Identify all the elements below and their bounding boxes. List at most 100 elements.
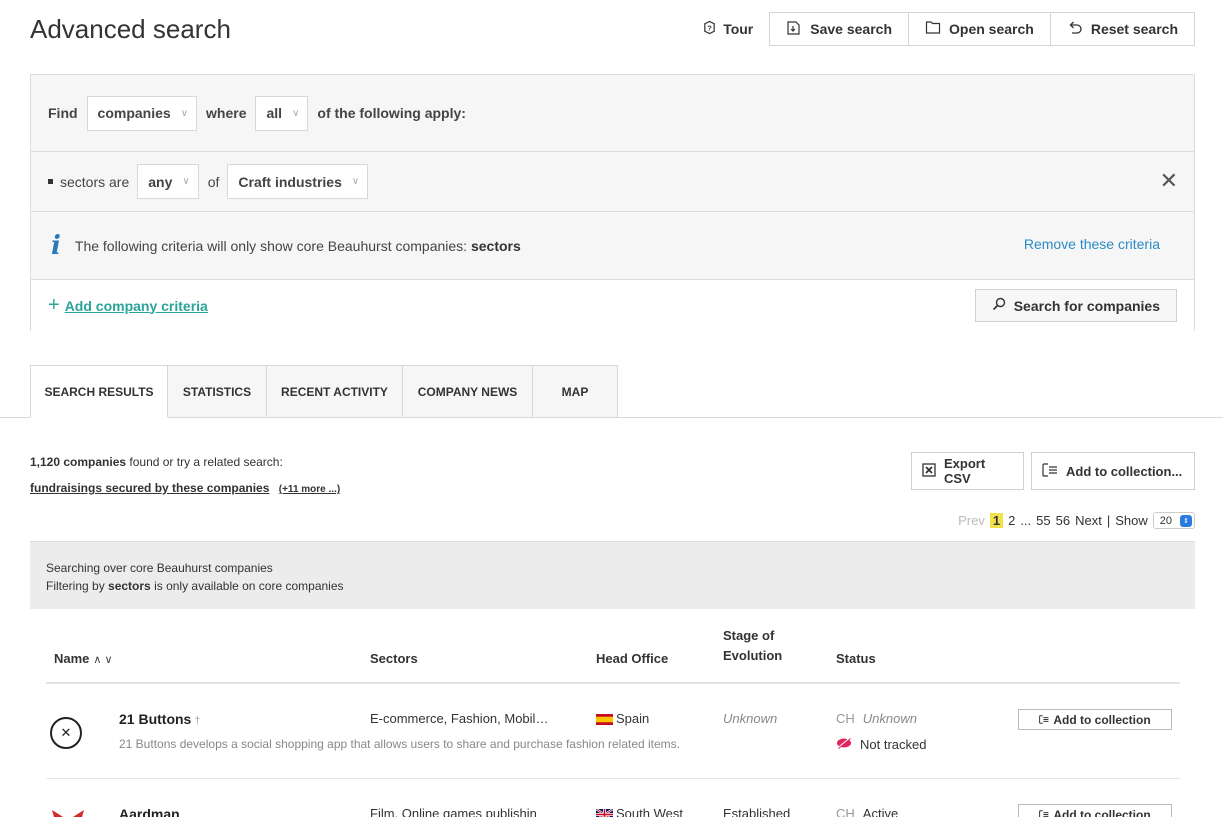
criteria-panel: Find companies ∨ where all ∨ of the foll… [30, 74, 1195, 331]
bullet-icon [48, 179, 53, 184]
stepper-icon: ⇕ [1180, 514, 1192, 527]
spreadsheet-icon [922, 462, 936, 480]
head-office-text: Spain [616, 711, 650, 726]
company-marker: † [194, 715, 201, 727]
pager-current[interactable]: 1 [989, 513, 1004, 528]
column-sectors: Sectors [370, 651, 418, 666]
show-label: Show [1115, 513, 1148, 528]
rule-field-label: sectors are [60, 173, 130, 190]
remove-criteria-link[interactable]: Remove these criteria [1024, 236, 1160, 252]
info-icon: i [51, 230, 61, 261]
status-value: Unknown [862, 711, 917, 726]
company-status: CH Active [836, 806, 898, 817]
core-companies-notice: Searching over core Beauhurst companies … [30, 541, 1195, 609]
sector-select[interactable]: Craft industries ∨ [227, 164, 369, 199]
folder-icon [925, 20, 941, 38]
collection-icon [1039, 713, 1049, 727]
results-tabs: SEARCH RESULTS STATISTICS RECENT ACTIVIT… [30, 365, 618, 418]
close-icon[interactable]: ✕ [1160, 170, 1178, 192]
tab-statistics[interactable]: STATISTICS [168, 365, 267, 418]
collection-icon [1042, 462, 1058, 480]
column-name-label: Name [54, 651, 90, 666]
tab-search-results[interactable]: SEARCH RESULTS [30, 365, 168, 418]
export-csv-button[interactable]: Export CSV [911, 452, 1024, 490]
notice-line-2-bold: sectors [108, 579, 151, 593]
company-head-office: South West [595, 806, 683, 817]
tracking-text: Not tracked [860, 736, 927, 752]
column-stage-line-1: Stage of [723, 628, 775, 643]
reset-search-button[interactable]: Reset search [1050, 12, 1195, 46]
collection-icon [1039, 808, 1049, 817]
tracking-status: Not tracked [836, 736, 926, 752]
row-add-to-collection-button[interactable]: Add to collection [1018, 804, 1172, 817]
add-company-criteria-link[interactable]: + Add company criteria [48, 294, 208, 317]
tour-label: Tour [723, 21, 754, 37]
pager-next[interactable]: Next [1075, 513, 1102, 528]
pager-prev[interactable]: Prev [958, 513, 985, 528]
results-table-header: Name ∧ ∨ Sectors Head Office Stage of Evol… [46, 620, 1180, 684]
save-search-button[interactable]: Save search [769, 12, 909, 46]
sort-icon[interactable]: ∧ ∨ [93, 654, 112, 666]
tab-company-news[interactable]: COMPANY NEWS [403, 365, 533, 418]
status-value: Active [862, 806, 899, 817]
reset-search-label: Reset search [1090, 21, 1178, 37]
find-label: Find [48, 105, 78, 121]
row-add-to-collection-label: Add to collection [1053, 807, 1151, 817]
pager-page-56[interactable]: 56 [1056, 513, 1070, 528]
table-row: Aardman Film, Online games publishin Sou… [46, 780, 1180, 817]
related-search-link[interactable]: fundraisings secured by these companies [30, 481, 269, 495]
chevron-down-icon: ∨ [182, 176, 190, 187]
info-row: i The following criteria will only show … [31, 212, 1194, 280]
rule-of-label: of [207, 173, 220, 190]
open-search-button[interactable]: Open search [909, 12, 1051, 46]
entity-select-value: companies [97, 105, 171, 121]
info-text-prefix: The following criteria will only show co… [74, 237, 471, 254]
apply-label: of the following apply: [317, 105, 466, 121]
company-sectors: Film, Online games publishin [370, 806, 537, 817]
pager-page-2[interactable]: 2 [1008, 513, 1015, 528]
page-size-select[interactable]: 20 ⇕ [1152, 512, 1195, 529]
pager-page-55[interactable]: 55 [1036, 513, 1050, 528]
save-icon [786, 20, 802, 39]
add-criteria-row: + Add company criteria Search for compan… [31, 280, 1194, 331]
chevron-down-icon: ∨ [351, 176, 360, 187]
row-add-to-collection-button[interactable]: Add to collection [1018, 709, 1172, 730]
pagination: Prev 1 2 ... 55 56 Next | Show 20 ⇕ [958, 512, 1195, 529]
save-search-label: Save search [810, 21, 892, 37]
status-code: CH [836, 806, 855, 817]
results-summary: 1,120 companies found or try a related s… [30, 455, 283, 469]
export-csv-label: Export CSV [944, 456, 986, 486]
tab-recent-activity[interactable]: RECENT ACTIVITY [267, 365, 403, 418]
tour-button[interactable]: ? Tour [686, 12, 769, 46]
svg-text:?: ? [707, 23, 712, 32]
company-name[interactable]: Aardman [119, 806, 180, 817]
company-stage: Established [723, 806, 791, 817]
match-select-value: all [266, 105, 283, 121]
column-head-office: Head Office [596, 651, 669, 666]
tab-map[interactable]: MAP [533, 365, 618, 418]
notice-line-2: Filtering by sectors is only available o… [46, 577, 1179, 595]
column-name[interactable]: Name ∧ ∨ [54, 651, 113, 666]
column-stage-line-2: Evolution [723, 648, 783, 663]
status-code: CH [836, 711, 855, 726]
chevron-down-icon: ∨ [292, 107, 300, 119]
find-row: Find companies ∨ where all ∨ of the foll… [31, 75, 1194, 152]
add-to-collection-label: Add to collection... [1066, 463, 1183, 479]
more-related-link[interactable]: (+11 more ...) [279, 484, 340, 495]
criteria-rule-row: sectors are any ∨ of Craft industries ∨ … [31, 152, 1194, 212]
company-name-text: 21 Buttons [119, 711, 192, 727]
entity-select[interactable]: companies ∨ [86, 95, 198, 131]
column-stage: Stage of Evolution [723, 626, 782, 666]
notice-line-2-suffix: is only available on core companies [150, 579, 344, 593]
company-name[interactable]: 21 Buttons † [119, 711, 200, 727]
add-to-collection-button[interactable]: Add to collection... [1031, 452, 1195, 490]
search-for-companies-button[interactable]: Search for companies [974, 289, 1177, 322]
undo-icon [1067, 20, 1083, 38]
match-select[interactable]: all ∨ [255, 95, 309, 131]
quantifier-select[interactable]: any ∨ [137, 164, 199, 199]
results-count-suffix: found or try a related search: [126, 455, 283, 469]
head-office-text: South West [616, 806, 683, 817]
eye-off-icon [836, 736, 852, 752]
notice-line-1: Searching over core Beauhurst companies [46, 561, 273, 575]
pager-ellipsis: ... [1020, 513, 1032, 528]
